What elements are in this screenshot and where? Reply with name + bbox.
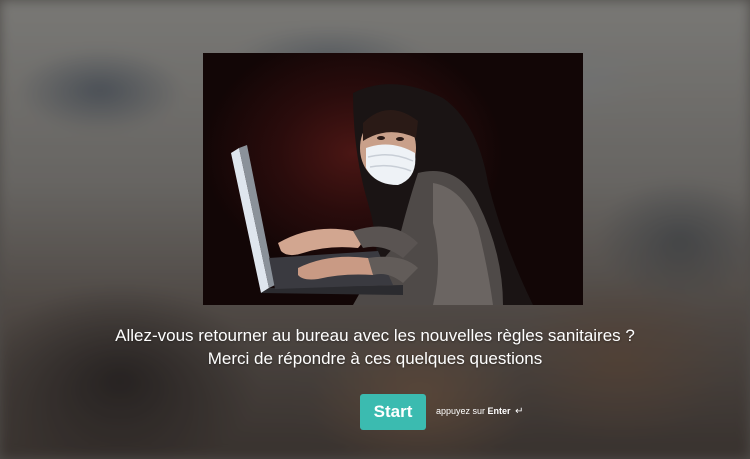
intro-question: Allez-vous retourner au bureau avec les …: [0, 324, 750, 370]
enter-return-icon: ↵: [515, 406, 524, 417]
hint-key: Enter: [487, 406, 511, 416]
enter-hint: appuyez sur Enter ↵: [436, 405, 523, 418]
question-line-1: Allez-vous retourner au bureau avec les …: [115, 326, 635, 345]
welcome-screen: Allez-vous retourner au bureau avec les …: [0, 0, 750, 459]
masked-person-laptop-photo: [203, 53, 583, 305]
question-line-2: Merci de répondre à ces quelques questio…: [207, 349, 543, 368]
hint-prefix: appuyez sur: [436, 406, 486, 416]
start-button[interactable]: Start: [360, 394, 426, 430]
